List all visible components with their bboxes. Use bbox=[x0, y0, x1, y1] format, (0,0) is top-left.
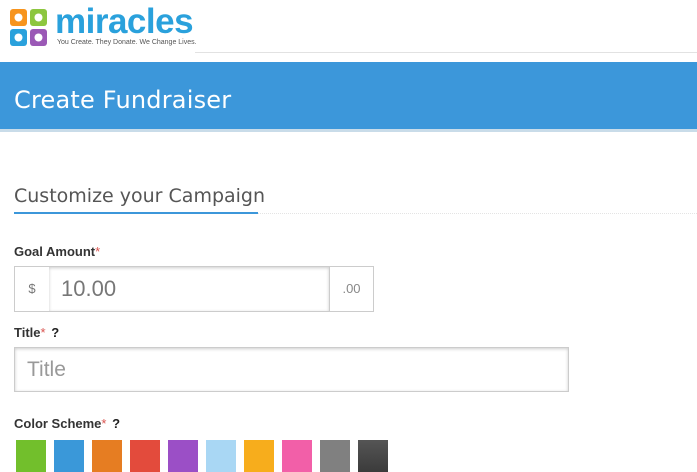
goal-amount-label-text: Goal Amount bbox=[14, 244, 96, 259]
goal-amount-input[interactable] bbox=[49, 267, 330, 311]
title-input[interactable] bbox=[14, 347, 569, 392]
color-scheme-label: Color Scheme* ? bbox=[14, 416, 120, 431]
color-swatch-purple[interactable] bbox=[168, 440, 198, 472]
section-underline bbox=[14, 212, 258, 214]
required-mark: * bbox=[95, 244, 101, 259]
header-divider bbox=[195, 52, 697, 53]
color-swatch-black[interactable] bbox=[358, 440, 388, 472]
color-swatch-orange[interactable] bbox=[92, 440, 122, 472]
title-label-text: Title bbox=[14, 325, 41, 340]
title-label: Title* ? bbox=[14, 325, 59, 340]
goal-amount-label: Goal Amount* bbox=[14, 244, 100, 259]
color-swatch-blue[interactable] bbox=[54, 440, 84, 472]
color-swatch-green[interactable] bbox=[16, 440, 46, 472]
color-scheme-label-text: Color Scheme bbox=[14, 416, 102, 431]
color-swatch-light-blue[interactable] bbox=[206, 440, 236, 472]
page-title: Create Fundraiser bbox=[14, 86, 232, 114]
logo-mark-icon bbox=[10, 9, 47, 46]
brand-tagline: You Create. They Donate. We Change Lives… bbox=[57, 39, 197, 46]
miracles-logo[interactable]: miracles You Create. They Donate. We Cha… bbox=[10, 2, 197, 50]
section-divider bbox=[258, 213, 697, 214]
required-mark: * bbox=[40, 325, 46, 340]
page-banner: Create Fundraiser bbox=[0, 62, 697, 132]
color-swatch-yellow[interactable] bbox=[244, 440, 274, 472]
goal-amount-group: $ .00 bbox=[14, 266, 374, 312]
color-swatch-red[interactable] bbox=[130, 440, 160, 472]
color-scheme-help-icon[interactable]: ? bbox=[112, 416, 120, 431]
site-header: miracles You Create. They Donate. We Cha… bbox=[0, 0, 697, 60]
brand-name: miracles bbox=[55, 2, 194, 41]
currency-prefix: $ bbox=[15, 267, 50, 311]
section-title: Customize your Campaign bbox=[14, 185, 266, 207]
color-swatch-gray[interactable] bbox=[320, 440, 350, 472]
title-help-icon[interactable]: ? bbox=[51, 325, 59, 340]
cents-suffix: .00 bbox=[342, 281, 361, 296]
required-mark: * bbox=[101, 416, 107, 431]
color-swatch-pink[interactable] bbox=[282, 440, 312, 472]
